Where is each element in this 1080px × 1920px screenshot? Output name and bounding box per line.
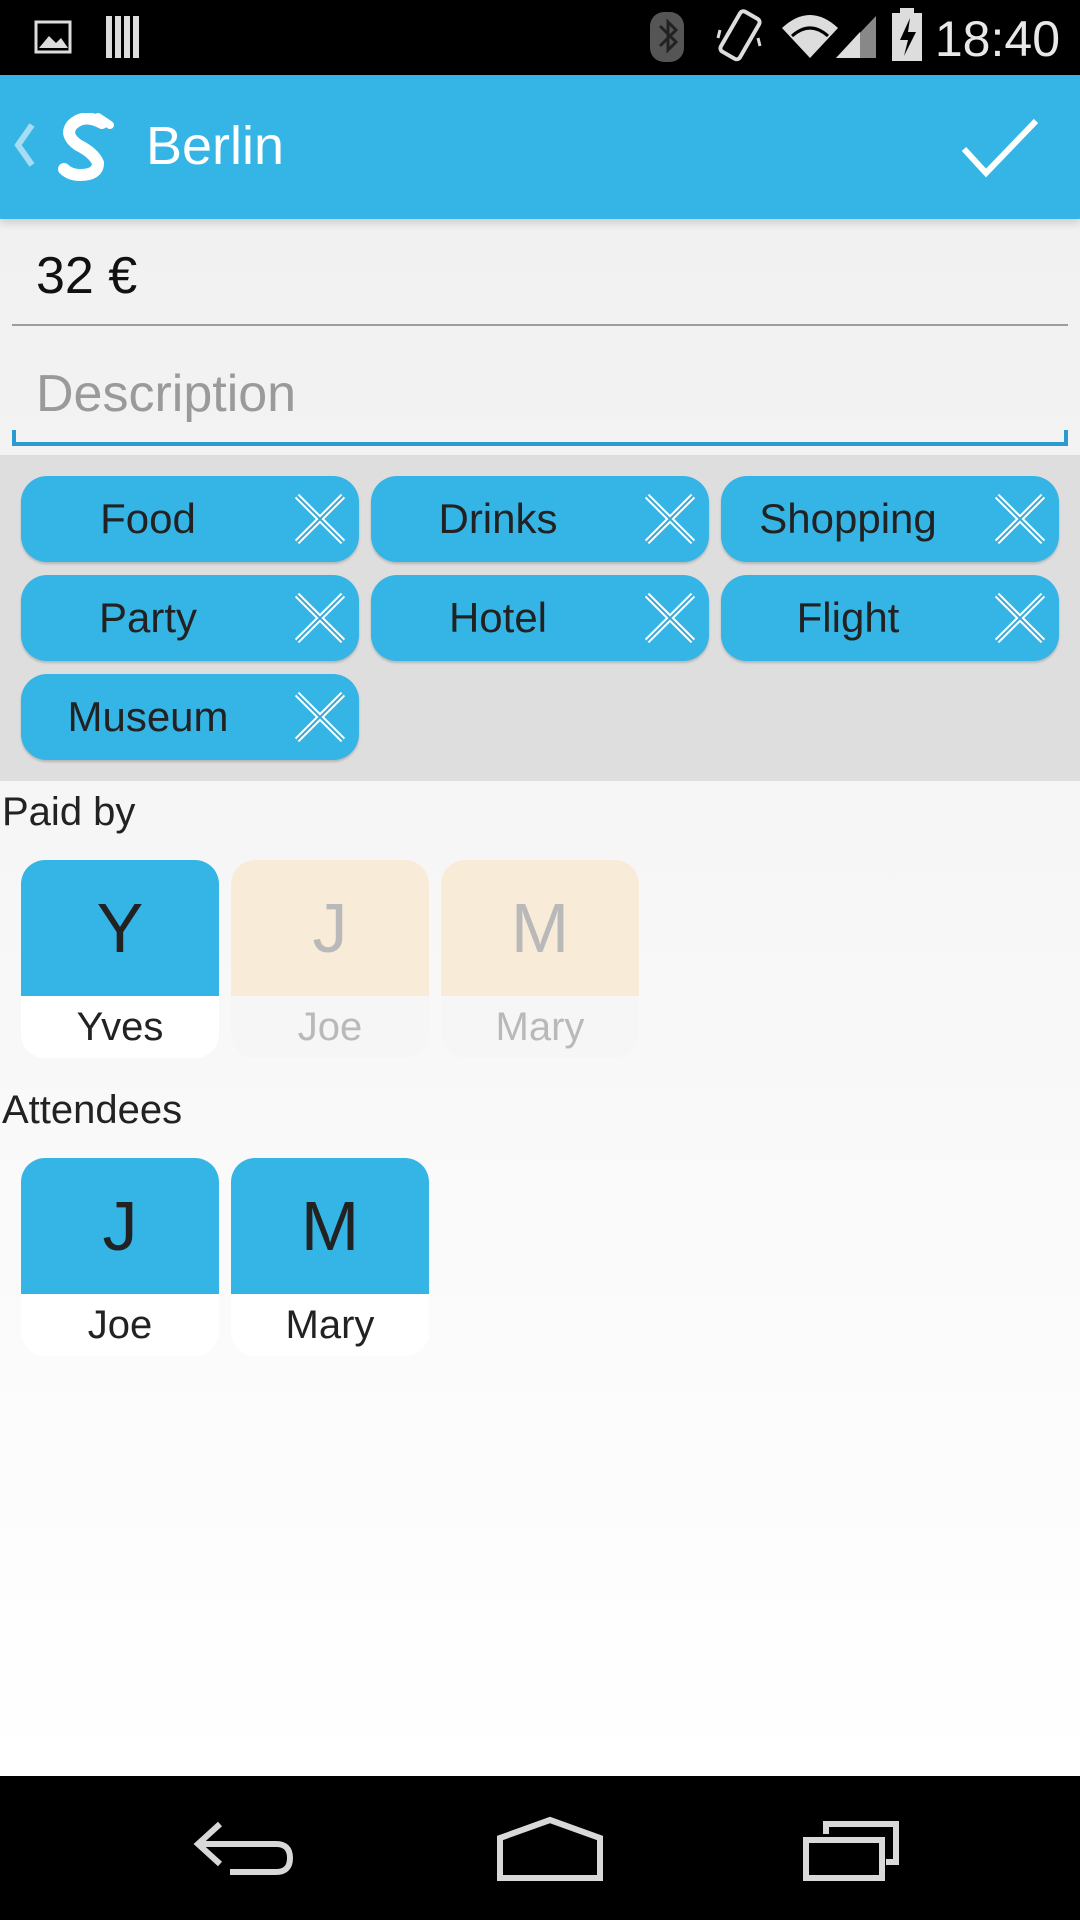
app-logo-icon[interactable] xyxy=(58,113,118,183)
person-name: Mary xyxy=(495,1005,585,1049)
recent-apps-button[interactable] xyxy=(740,1776,940,1920)
description-input[interactable] xyxy=(12,346,1068,442)
chevron-left-icon[interactable] xyxy=(12,121,36,169)
tag-museum[interactable]: Museum xyxy=(21,674,359,760)
close-icon[interactable] xyxy=(293,591,347,645)
bluetooth-icon xyxy=(650,12,684,62)
close-icon[interactable] xyxy=(993,492,1047,546)
paid-by-person-joe[interactable]: J Joe xyxy=(231,860,429,1058)
back-icon xyxy=(193,1821,294,1875)
person-name: Joe xyxy=(297,1005,363,1049)
tag-label: Party xyxy=(98,594,198,641)
navigation-bar xyxy=(0,1776,1080,1920)
paid-by-person-mary[interactable]: M Mary xyxy=(441,860,639,1058)
avatar-initial: M xyxy=(441,860,639,996)
close-icon[interactable] xyxy=(993,591,1047,645)
avatar-initial: J xyxy=(21,1158,219,1294)
vibrate-icon xyxy=(716,9,762,62)
storage-icon xyxy=(106,16,139,58)
wifi-icon xyxy=(782,15,838,58)
tags-panel: Food Drinks Shopping Party Hotel Flight … xyxy=(0,455,1080,781)
avatar-initial: Y xyxy=(21,860,219,996)
amount-input[interactable] xyxy=(12,228,1068,324)
page-title: Berlin xyxy=(146,116,285,176)
tag-food[interactable]: Food xyxy=(21,476,359,562)
avatar-initial: J xyxy=(231,860,429,996)
home-button[interactable] xyxy=(440,1776,640,1920)
tag-label: Drinks xyxy=(438,495,558,542)
tag-label: Museum xyxy=(67,693,229,740)
tag-label: Shopping xyxy=(759,495,937,542)
close-icon[interactable] xyxy=(643,591,697,645)
checkmark-icon xyxy=(961,118,1039,178)
signal-icon xyxy=(836,16,876,58)
tag-flight[interactable]: Flight xyxy=(721,575,1059,661)
close-icon[interactable] xyxy=(293,690,347,744)
tag-party[interactable]: Party xyxy=(21,575,359,661)
screen: 18:40 Berlin Food Drinks xyxy=(0,0,1080,1920)
close-icon[interactable] xyxy=(293,492,347,546)
battery-charging-icon xyxy=(892,8,922,61)
tag-drinks[interactable]: Drinks xyxy=(371,476,709,562)
back-button[interactable] xyxy=(140,1776,340,1920)
done-button[interactable] xyxy=(940,75,1080,219)
avatar-initial: M xyxy=(231,1158,429,1294)
paid-by-label: Paid by xyxy=(2,790,136,834)
recent-apps-icon xyxy=(803,1821,899,1881)
description-field[interactable] xyxy=(12,346,1068,446)
status-time: 18:40 xyxy=(934,11,1060,67)
person-name: Mary xyxy=(285,1303,375,1347)
tag-hotel[interactable]: Hotel xyxy=(371,575,709,661)
tag-label: Hotel xyxy=(448,594,548,641)
person-name: Yves xyxy=(76,1005,164,1049)
attendee-joe[interactable]: J Joe xyxy=(21,1158,219,1356)
attendee-mary[interactable]: M Mary xyxy=(231,1158,429,1356)
tag-label: Food xyxy=(100,495,196,542)
person-name: Joe xyxy=(87,1303,153,1347)
status-bar: 18:40 xyxy=(0,0,1080,75)
action-bar: Berlin xyxy=(0,75,1080,219)
tag-label: Flight xyxy=(796,594,900,641)
attendees-label: Attendees xyxy=(2,1088,183,1132)
image-icon xyxy=(34,20,72,54)
tag-shopping[interactable]: Shopping xyxy=(721,476,1059,562)
close-icon[interactable] xyxy=(643,492,697,546)
paid-by-person-yves[interactable]: Y Yves xyxy=(21,860,219,1058)
amount-field[interactable] xyxy=(12,228,1068,326)
home-icon xyxy=(497,1816,603,1881)
